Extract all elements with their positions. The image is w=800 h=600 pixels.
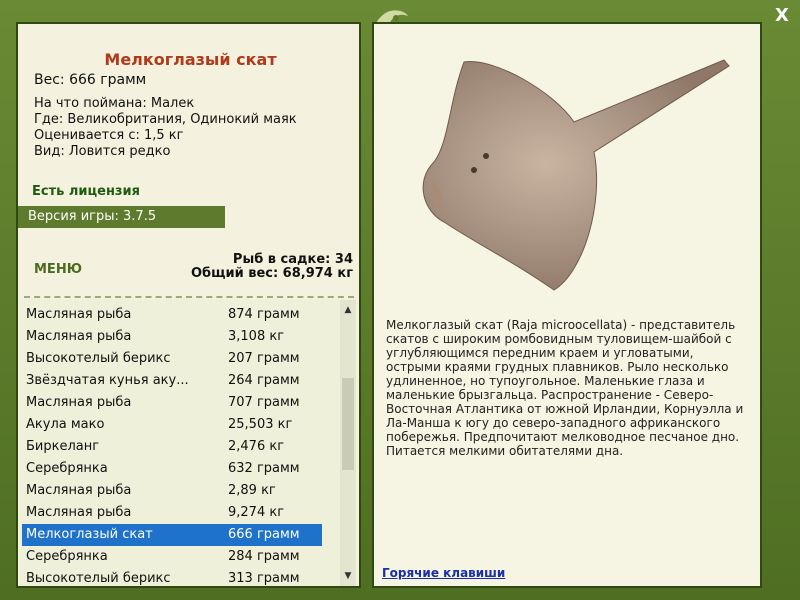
list-item-weight: 2,476 кг [228,439,285,454]
scroll-down-icon[interactable]: ▼ [340,568,356,584]
list-item-name: Биркеланг [26,439,100,454]
list-item-weight: 3,108 кг [228,329,285,344]
list-item-name: Масляная рыба [26,329,132,344]
license-status: Есть лицензия [32,184,140,199]
list-item-weight: 207 грамм [228,351,300,366]
version-bar: Версия игры: 3.7.5 [18,206,225,228]
list-item-name: Высокотелый берикс [26,571,171,586]
list-item[interactable]: Биркеланг 2,476 кг [22,436,322,458]
location-text: Где: Великобритания, Одинокий маяк [34,112,297,127]
list-item[interactable]: Масляная рыба 9,274 кг [22,502,322,524]
close-icon[interactable]: X [772,6,792,26]
list-item-weight: 707 грамм [228,395,300,410]
fish-info-panel: Мелкоглазый скат Вес: 666 грамм На что п… [16,22,361,588]
list-item-weight: 2,89 кг [228,483,276,498]
list-item-name: Мелкоглазый скат [26,527,153,542]
fish-description: Мелкоглазый скат (Raja microocellata) - … [386,318,744,458]
list-item-weight: 666 грамм [228,527,300,542]
fish-detail-panel: Мелкоглазый скат (Raja microocellata) - … [372,22,762,588]
list-item[interactable]: Масляная рыба 2,89 кг [22,480,322,502]
list-item-weight: 313 грамм [228,571,300,586]
list-item-name: Масляная рыба [26,505,132,520]
list-item[interactable]: Высокотелый берикс 207 грамм [22,348,322,370]
scroll-up-icon[interactable]: ▲ [340,302,356,318]
list-item-name: Масляная рыба [26,307,132,322]
list-item-weight: 9,274 кг [228,505,285,520]
list-scrollbar[interactable]: ▲ ▼ [340,300,356,586]
scroll-thumb[interactable] [342,378,354,470]
list-item-name: Акула мако [26,417,105,432]
list-item[interactable]: Масляная рыба 707 грамм [22,392,322,414]
list-item[interactable]: Высокотелый берикс 313 грамм [22,568,322,586]
rarity-text: Вид: Ловится редко [34,144,171,159]
fish-weight: Вес: 666 грамм [34,72,147,88]
fish-image [422,59,730,291]
list-item[interactable]: Мелкоглазый скат 666 грамм [22,524,322,546]
app-frame: X Мелкоглазый скат Вес: 666 грамм На что… [0,0,800,600]
caught-on-text: На что поймана: Малек [34,96,195,111]
list-item-name: Масляная рыба [26,483,132,498]
list-item-name: Серебрянка [26,549,108,564]
list-item[interactable]: Серебрянка 284 грамм [22,546,322,568]
tank-count: Рыб в садке: 34 [232,252,353,267]
hotkeys-link[interactable]: Горячие клавиши [382,566,505,580]
list-item[interactable]: Звёздчатая кунья аку... 264 грамм [22,370,322,392]
list-item-name: Серебрянка [26,461,108,476]
tank-total-weight: Общий вес: 68,974 кг [190,266,353,281]
list-item-weight: 632 грамм [228,461,300,476]
value-text: Оценивается с: 1,5 кг [34,128,184,143]
list-item[interactable]: Акула мако 25,503 кг [22,414,322,436]
list-item[interactable]: Масляная рыба 3,108 кг [22,326,322,348]
list-item-weight: 264 грамм [228,373,300,388]
list-item-name: Масляная рыба [26,395,132,410]
list-item-weight: 874 грамм [228,307,300,322]
menu-button[interactable]: МЕНЮ [34,262,82,277]
list-item-name: Высокотелый берикс [26,351,171,366]
catch-list[interactable]: Высокотелый берикс 313 грамм Серебрянка 284… [20,300,356,586]
list-item-name: Звёздчатая кунья аку... [26,373,189,388]
list-item-weight: 25,503 кг [228,417,293,432]
list-item-weight: 284 грамм [228,549,300,564]
divider [24,296,354,298]
list-item[interactable]: Серебрянка 632 грамм [22,458,322,480]
fish-title: Мелкоглазый скат [104,50,277,69]
list-item[interactable]: Масляная рыба 874 грамм [22,304,322,326]
